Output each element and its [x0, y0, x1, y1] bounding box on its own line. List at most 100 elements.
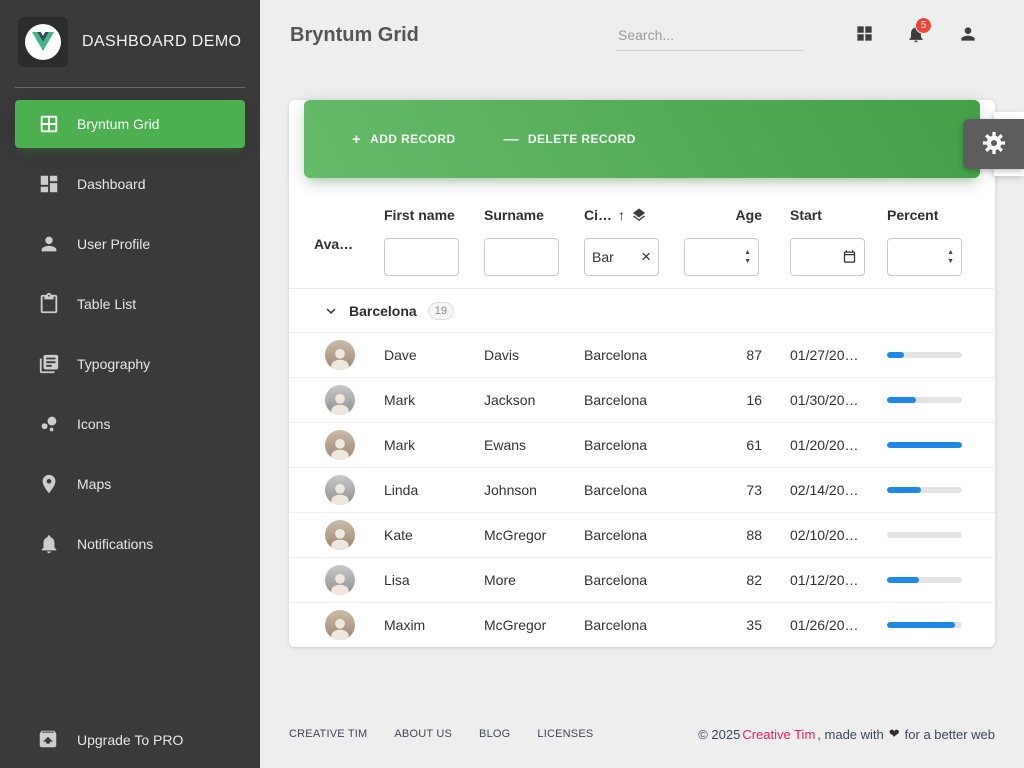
city-filter-input[interactable] [592, 249, 637, 265]
topbar: Bryntum Grid 5 [260, 0, 1024, 70]
upgrade-label: Upgrade To PRO [77, 732, 183, 748]
unarchive-icon [37, 728, 61, 752]
add-record-label: ADD RECORD [370, 132, 455, 146]
age-spinner: ▲ ▼ [744, 250, 751, 264]
column-header-city[interactable]: Ci… ↑ [584, 200, 684, 230]
column-header-age[interactable]: Age [684, 200, 762, 230]
footer-link-licenses[interactable]: LICENSES [537, 728, 593, 740]
percent-filter-input[interactable] [895, 249, 943, 265]
apps-button[interactable] [838, 13, 890, 57]
cell-surname: More [484, 572, 584, 588]
table-row[interactable]: Linda Johnson Barcelona 73 02/14/20… [289, 467, 995, 512]
sidebar-item-upgrade-pro[interactable]: Upgrade To PRO [0, 716, 260, 766]
place-icon [37, 472, 61, 496]
table-row[interactable]: Dave Davis Barcelona 87 01/27/20… [289, 332, 995, 377]
avatar [325, 475, 355, 505]
notifications-button[interactable]: 5 [890, 13, 942, 57]
column-header-avatar[interactable]: Ava… [314, 236, 384, 252]
settings-button[interactable] [963, 119, 1024, 169]
cell-surname: McGregor [484, 617, 584, 633]
brand[interactable]: DASHBOARD DEMO [0, 0, 260, 81]
cell-first-name: Linda [384, 482, 484, 498]
surname-filter-input[interactable] [492, 249, 551, 265]
profile-button[interactable] [942, 13, 994, 57]
dashboard-icon [37, 172, 61, 196]
grid-toolbar: + ADD RECORD — DELETE RECORD [304, 100, 980, 178]
cell-age: 82 [684, 572, 762, 588]
spinner-down-icon[interactable]: ▼ [744, 259, 751, 265]
table-row[interactable]: Mark Ewans Barcelona 61 01/20/20… [289, 422, 995, 467]
cell-first-name: Maxim [384, 617, 484, 633]
filter-cell-age: ▲ ▼ [684, 230, 762, 276]
footer-links: CREATIVE TIM ABOUT US BLOG LICENSES [289, 728, 593, 740]
clear-filter-icon[interactable]: × [641, 248, 651, 267]
footer-link-about-us[interactable]: ABOUT US [394, 728, 452, 740]
copyright-mid: , made with [817, 727, 883, 742]
grid-card: + ADD RECORD — DELETE RECORD Ava… First … [289, 100, 995, 647]
main-area: Bryntum Grid 5 [260, 0, 1024, 768]
sidebar-item-dashboard[interactable]: Dashboard [15, 160, 245, 208]
footer: CREATIVE TIM ABOUT US BLOG LICENSES © 20… [260, 710, 1024, 768]
column-header-first-name[interactable]: First name [384, 200, 484, 230]
spinner-up-icon[interactable]: ▲ [947, 250, 954, 256]
spinner-up-icon[interactable]: ▲ [744, 250, 751, 256]
sidebar-item-icons[interactable]: Icons [15, 400, 245, 448]
sidebar-item-maps[interactable]: Maps [15, 460, 245, 508]
start-filter-input[interactable] [798, 249, 838, 265]
cell-age: 88 [684, 527, 762, 543]
first-name-filter-input[interactable] [392, 249, 451, 265]
group-layers-icon[interactable] [631, 207, 647, 223]
table-row[interactable]: Lisa More Barcelona 82 01/12/20… [289, 557, 995, 602]
column-header-start[interactable]: Start [762, 200, 887, 230]
table-row[interactable]: Maxim McGregor Barcelona 35 01/26/20… [289, 602, 995, 647]
delete-record-label: DELETE RECORD [528, 132, 636, 146]
sidebar-item-notifications[interactable]: Notifications [15, 520, 245, 568]
cell-surname: McGregor [484, 527, 584, 543]
footer-link-blog[interactable]: BLOG [479, 728, 510, 740]
filter-cell-percent: ▲ ▼ [887, 230, 967, 276]
cell-first-name: Mark [384, 437, 484, 453]
percent-bar [887, 397, 962, 403]
calendar-icon[interactable] [842, 249, 857, 265]
avatar [325, 565, 355, 595]
sidebar-item-label: User Profile [77, 236, 150, 252]
table-row[interactable]: Mark Jackson Barcelona 16 01/30/20… [289, 377, 995, 422]
sidebar-item-label: Icons [77, 416, 110, 432]
avatar [325, 610, 355, 640]
chevron-down-icon[interactable] [322, 302, 340, 320]
notification-badge: 5 [915, 17, 932, 34]
group-row-barcelona[interactable]: Barcelona 19 [289, 288, 995, 332]
filter-cell-first-name [384, 230, 484, 276]
search-input[interactable] [616, 20, 804, 51]
creative-tim-link[interactable]: Creative Tim [742, 727, 815, 742]
cell-city: Barcelona [584, 572, 684, 588]
cell-age: 35 [684, 617, 762, 633]
cell-start: 01/12/20… [762, 572, 887, 588]
table-row[interactable]: Kate McGregor Barcelona 88 02/10/20… [289, 512, 995, 557]
sidebar-item-user-profile[interactable]: User Profile [15, 220, 245, 268]
column-header-surname[interactable]: Surname [484, 200, 584, 230]
spinner-down-icon[interactable]: ▼ [947, 259, 954, 265]
sidebar-item-label: Notifications [77, 536, 153, 552]
add-record-button[interactable]: + ADD RECORD [352, 131, 456, 148]
cell-city: Barcelona [584, 527, 684, 543]
bubble-chart-icon [37, 412, 61, 436]
copyright-prefix: © 2025 [698, 727, 740, 742]
library-icon [37, 352, 61, 376]
delete-record-button[interactable]: — DELETE RECORD [504, 131, 636, 148]
sidebar-item-typography[interactable]: Typography [15, 340, 245, 388]
sidebar-nav: Bryntum Grid Dashboard User Profile Tabl… [0, 100, 260, 580]
sidebar-item-table-list[interactable]: Table List [15, 280, 245, 328]
percent-bar [887, 442, 962, 448]
content: + ADD RECORD — DELETE RECORD Ava… First … [260, 70, 1024, 710]
column-header-percent[interactable]: Percent [887, 200, 967, 230]
percent-bar [887, 487, 962, 493]
cell-start: 02/14/20… [762, 482, 887, 498]
sidebar-item-bryntum-grid[interactable]: Bryntum Grid [15, 100, 245, 148]
grid-header: Ava… First name Surname Ci… ↑ Age Start … [289, 200, 995, 288]
age-filter-input[interactable] [692, 249, 740, 265]
cell-age: 61 [684, 437, 762, 453]
cell-city: Barcelona [584, 392, 684, 408]
footer-link-creative-tim[interactable]: CREATIVE TIM [289, 728, 367, 740]
brand-title: DASHBOARD DEMO [82, 33, 241, 51]
